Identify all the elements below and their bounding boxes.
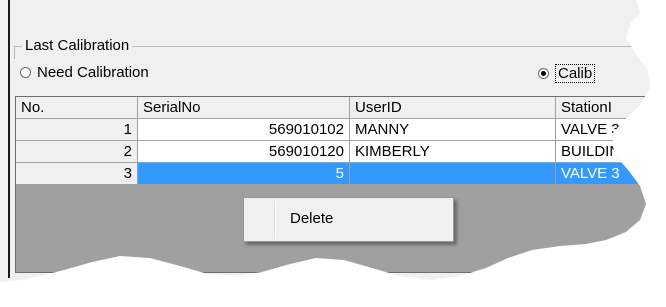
- selected-table-row[interactable]: 3 5 VALVE 3: [16, 163, 650, 185]
- radio-unchecked-icon: [20, 67, 31, 78]
- userid-cell[interactable]: [350, 163, 556, 185]
- station-cell[interactable]: BUILDING: [556, 141, 650, 163]
- userid-cell[interactable]: MANNY: [350, 119, 556, 141]
- column-header-station[interactable]: StationI: [556, 97, 650, 119]
- row-number: 1: [16, 119, 138, 141]
- station-cell[interactable]: VALVE 3: [556, 163, 650, 185]
- calibration-window: Last Calibration Need Calibration Calib …: [0, 0, 650, 282]
- menu-icon-gutter: [274, 201, 276, 238]
- row-number: 2: [16, 141, 138, 163]
- userid-cell[interactable]: KIMBERLY: [350, 141, 556, 163]
- delete-menu-item[interactable]: Delete: [290, 210, 333, 227]
- station-cell[interactable]: VALVE 3: [556, 119, 650, 141]
- table-row[interactable]: 1 569010102 MANNY VALVE 3: [16, 119, 650, 141]
- grid-header-row: No. SerialNo UserID StationI: [16, 97, 650, 119]
- calibration-grid[interactable]: No. SerialNo UserID StationI 1 569010102…: [15, 96, 650, 273]
- column-header-no[interactable]: No.: [16, 97, 138, 119]
- window-left-border: [8, 0, 10, 278]
- calibrated-label: Calib: [555, 64, 596, 83]
- serialno-cell[interactable]: 569010102: [138, 119, 350, 141]
- column-header-userid[interactable]: UserID: [350, 97, 556, 119]
- need-calibration-radio[interactable]: Need Calibration: [20, 64, 149, 81]
- calibrated-radio[interactable]: Calib: [538, 64, 596, 83]
- context-menu: Delete: [243, 197, 454, 242]
- serialno-cell[interactable]: 5: [138, 163, 350, 185]
- row-number: 3: [16, 163, 138, 185]
- serialno-cell[interactable]: 569010120: [138, 141, 350, 163]
- radio-checked-icon: [538, 68, 549, 79]
- groupbox-title: Last Calibration: [22, 37, 133, 54]
- column-header-serialno[interactable]: SerialNo: [138, 97, 350, 119]
- need-calibration-label: Need Calibration: [37, 64, 149, 81]
- table-row[interactable]: 2 569010120 KIMBERLY BUILDING: [16, 141, 650, 163]
